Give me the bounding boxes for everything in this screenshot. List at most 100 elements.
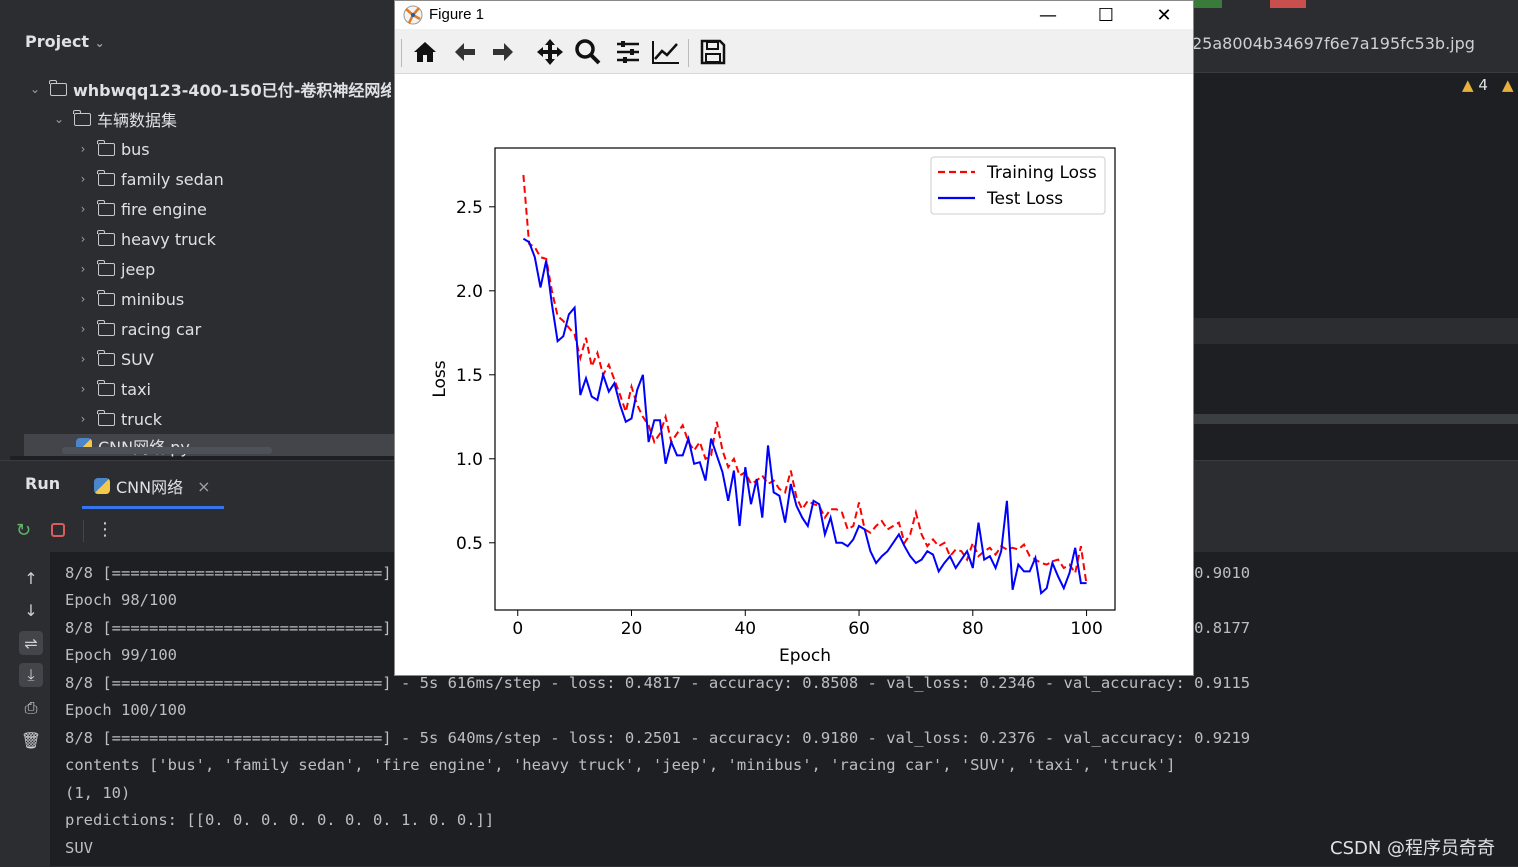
forward-icon[interactable] — [488, 37, 518, 67]
folder-label: fire engine — [121, 199, 207, 219]
figure-title: Figure 1 — [429, 6, 485, 23]
folder-icon — [49, 79, 67, 96]
folder-label: truck — [121, 409, 163, 429]
tree-folder-truck[interactable]: › truck — [76, 404, 162, 434]
maximize-icon[interactable]: ☐ — [1077, 1, 1135, 29]
soft-wrap-icon[interactable]: ⇌ — [19, 631, 43, 655]
toolbar-grip — [401, 39, 402, 67]
tree-file-cnn[interactable]: CNN网络.py — [76, 434, 190, 458]
tree-folder-family-sedan[interactable]: › family sedan — [76, 164, 224, 194]
tree-dataset-folder[interactable]: ⌄ 车辆数据集 — [52, 104, 177, 134]
test-loss-line — [522, 237, 1087, 596]
folder-label: taxi — [121, 379, 151, 399]
matplotlib-logo-icon — [403, 5, 423, 25]
warning-icon: ▲ — [1502, 76, 1514, 94]
watermark: CSDN @程序员奇奇 — [1330, 838, 1496, 859]
x-tick-label: 100 — [1070, 619, 1102, 639]
tree-folder-jeep[interactable]: › jeep — [76, 254, 155, 284]
run-tab-label: CNN网络 — [116, 478, 184, 497]
stop-icon[interactable] — [51, 523, 65, 537]
run-tab[interactable]: CNN网络 × — [94, 474, 211, 498]
editor-tab-title[interactable]: 25a8004b34697f6e7a195fc53b.jpg — [1192, 34, 1475, 53]
x-tick-label: 20 — [621, 619, 643, 639]
save-icon[interactable] — [698, 37, 728, 67]
print-icon[interactable]: ⎙ — [19, 696, 43, 720]
project-panel-header[interactable]: Project ⌄ — [25, 32, 105, 51]
tree-root-label: whbwqq123-400-150已付-卷积神经网络 — [73, 81, 391, 100]
chevron-right-icon[interactable]: › — [76, 322, 90, 336]
chevron-right-icon[interactable]: › — [76, 262, 90, 276]
chevron-right-icon[interactable]: › — [76, 292, 90, 306]
chevron-right-icon[interactable]: › — [76, 382, 90, 396]
back-icon[interactable] — [450, 37, 480, 67]
folder-icon — [73, 109, 91, 126]
editor-body — [1194, 73, 1518, 460]
folder-label: heavy truck — [121, 229, 216, 249]
editor-scroll-band — [1194, 414, 1518, 424]
figure-window: Figure 1 — ☐ ✕ 0 20 40 60 80 100 0.5 1.0 1.5 2.0 2… — [394, 0, 1194, 676]
tree-folder-fire-engine[interactable]: › fire engine — [76, 194, 207, 224]
y-axis-label: Loss — [430, 360, 450, 397]
configure-subplots-icon[interactable] — [613, 37, 643, 67]
editor-band — [1194, 318, 1518, 344]
warnings-indicator[interactable]: ▲ 4 — [1462, 76, 1488, 94]
tree-folder-racing-car[interactable]: › racing car — [76, 314, 201, 344]
console-line: (1, 10) — [65, 784, 131, 802]
tree-folder-heavy-truck[interactable]: › heavy truck — [76, 224, 216, 254]
rerun-icon[interactable]: ↻ — [16, 520, 31, 541]
edit-axis-icon[interactable] — [651, 37, 681, 67]
y-tick-label: 2.5 — [456, 198, 483, 218]
file-label: CNN网络.py — [98, 434, 190, 458]
toolbar-divider — [83, 520, 84, 542]
console-line: 8/8 [=============================] - 5s… — [65, 729, 1251, 747]
pan-icon[interactable] — [535, 37, 565, 67]
zoom-icon[interactable] — [573, 37, 603, 67]
folder-icon — [97, 409, 115, 426]
folder-icon — [97, 199, 115, 216]
legend-label-training: Training Loss — [986, 163, 1097, 183]
tree-folder-bus[interactable]: › bus — [76, 134, 150, 164]
x-tick-label: 40 — [734, 619, 756, 639]
folder-icon — [97, 289, 115, 306]
chevron-right-icon[interactable]: › — [76, 412, 90, 426]
toolbar-separator — [688, 39, 689, 67]
loss-chart: 0 20 40 60 80 100 0.5 1.0 1.5 2.0 2.5 Epoch Loss T… — [430, 147, 1116, 666]
warnings-count: 4 — [1478, 76, 1488, 94]
home-icon[interactable] — [410, 37, 440, 67]
horizontal-scrollbar[interactable] — [62, 447, 272, 454]
y-tick-label: 0.5 — [456, 534, 483, 554]
folder-icon — [97, 349, 115, 366]
stop-indicator-red[interactable] — [1270, 0, 1306, 8]
scroll-to-end-icon[interactable]: ⤓ — [19, 663, 43, 687]
tree-folder-taxi[interactable]: › taxi — [76, 374, 151, 404]
folder-icon — [97, 379, 115, 396]
chevron-down-icon[interactable]: ⌄ — [52, 112, 66, 126]
folder-icon — [97, 139, 115, 156]
chevron-right-icon[interactable]: › — [76, 232, 90, 246]
chevron-right-icon[interactable]: › — [76, 142, 90, 156]
trash-icon[interactable]: 🗑 — [19, 728, 43, 752]
tree-folder-minibus[interactable]: › minibus — [76, 284, 184, 314]
chevron-right-icon[interactable]: › — [76, 202, 90, 216]
chevron-down-icon[interactable]: ⌄ — [28, 82, 42, 96]
folder-label: jeep — [121, 259, 156, 279]
plot-frame — [494, 147, 1116, 611]
y-tick-label: 1.5 — [456, 366, 483, 386]
console-line: Epoch 98/100 — [65, 591, 177, 609]
chevron-right-icon[interactable]: › — [76, 172, 90, 186]
scroll-up-icon[interactable]: ↑ — [19, 566, 43, 590]
close-icon[interactable]: ✕ — [1135, 1, 1193, 29]
minimize-icon[interactable]: — — [1019, 1, 1077, 29]
tree-root[interactable]: ⌄ whbwqq123-400-150已付-卷积神经网络 — [28, 74, 391, 104]
x-tick-label: 60 — [848, 619, 870, 639]
warning-icon: ▲ — [1462, 76, 1474, 94]
close-icon[interactable]: × — [197, 477, 210, 496]
scroll-down-icon[interactable]: ↓ — [19, 598, 43, 622]
folder-label: bus — [121, 139, 150, 159]
more-options-icon[interactable]: ⋮ — [96, 519, 114, 540]
x-tick-label: 0 — [512, 619, 523, 639]
tree-folder-suv[interactable]: › SUV — [76, 344, 154, 374]
console-line: 8/8 [=============================] - 5s… — [65, 674, 1251, 692]
chevron-right-icon[interactable]: › — [76, 352, 90, 366]
run-indicator-green[interactable] — [1194, 0, 1222, 8]
